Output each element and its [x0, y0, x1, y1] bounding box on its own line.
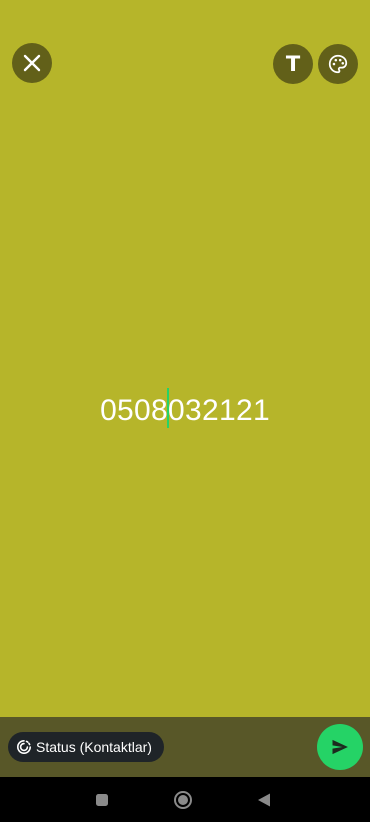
system-navigation-bar	[0, 777, 370, 822]
nav-recents-button[interactable]	[90, 788, 114, 812]
color-palette-button[interactable]	[318, 44, 358, 84]
send-button[interactable]	[317, 724, 363, 770]
status-text-after-caret: 032121	[168, 394, 270, 427]
status-audience-label: Status (Kontaktlar)	[36, 739, 152, 755]
nav-back-button[interactable]	[252, 788, 276, 812]
close-icon	[23, 54, 41, 72]
back-icon	[258, 793, 270, 807]
status-audience-button[interactable]: Status (Kontaktlar)	[8, 732, 164, 762]
status-editor-canvas[interactable]	[0, 0, 370, 717]
home-icon	[174, 791, 192, 809]
send-icon	[332, 739, 348, 755]
status-text-input[interactable]: 0508032121	[0, 388, 370, 432]
status-text-before-caret: 0508	[100, 394, 169, 427]
text-style-button[interactable]: T	[273, 44, 313, 84]
text-tool-label: T	[285, 51, 301, 76]
recents-icon	[96, 794, 108, 806]
nav-home-button[interactable]	[171, 788, 195, 812]
status-ring-icon	[17, 740, 31, 754]
bottom-bar: Status (Kontaktlar)	[0, 717, 370, 777]
palette-icon	[328, 54, 348, 74]
close-button[interactable]	[12, 43, 52, 83]
